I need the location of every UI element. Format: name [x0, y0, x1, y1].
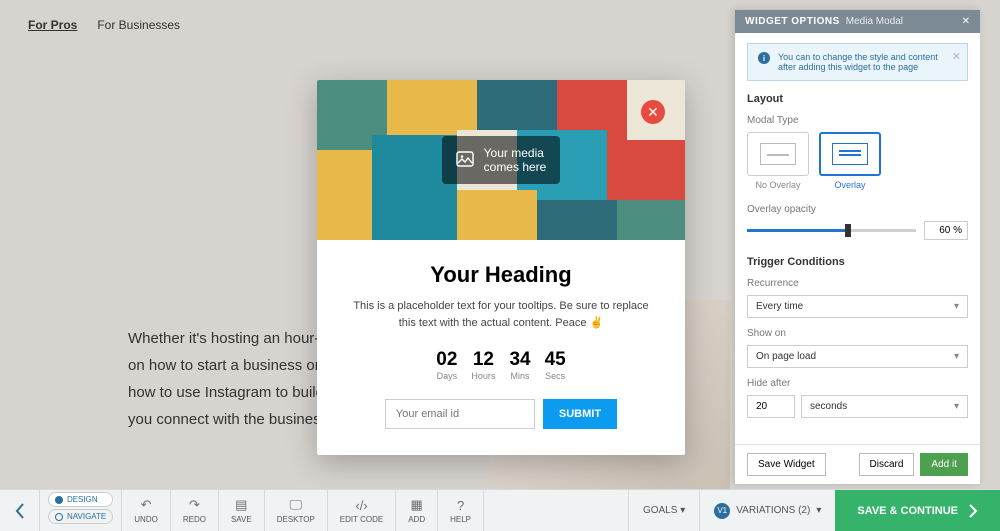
submit-button[interactable]: SUBMIT — [543, 399, 617, 429]
image-icon — [456, 151, 474, 170]
opacity-slider[interactable] — [747, 229, 916, 232]
slider-thumb[interactable] — [845, 224, 851, 237]
panel-title: WIDGET OPTIONS — [745, 16, 840, 27]
media-placeholder-label: Your media comes here — [442, 136, 561, 184]
add-icon: ▦ — [411, 497, 423, 513]
goals-button[interactable]: GOALS ▾ — [628, 490, 699, 531]
save-button[interactable]: ▤SAVE — [219, 490, 265, 531]
email-input[interactable] — [385, 399, 535, 429]
close-icon[interactable]: ✕ — [641, 100, 665, 124]
trigger-section-title: Trigger Conditions — [747, 256, 968, 268]
help-button[interactable]: ?HELP — [438, 490, 484, 531]
info-icon: i — [758, 52, 770, 64]
media-modal: ✕ Your media comes here Your Heading Thi… — [317, 80, 685, 455]
widget-options-panel: WIDGET OPTIONS Media Modal ✕ i You can to… — [735, 10, 980, 484]
info-notice: i You can to change the style and conten… — [747, 43, 968, 81]
recurrence-label: Recurrence — [747, 278, 968, 289]
save-icon: ▤ — [235, 497, 247, 513]
info-dismiss-icon[interactable]: ✕ — [952, 50, 961, 63]
design-mode-toggle[interactable]: DESIGN — [48, 492, 113, 507]
hide-after-label: Hide after — [747, 378, 968, 389]
help-icon: ? — [457, 498, 464, 513]
variations-button[interactable]: V1 VARIATIONS (2) ▾ — [699, 490, 835, 531]
back-button[interactable] — [0, 490, 40, 531]
modal-media-area[interactable]: ✕ Your media comes here — [317, 80, 685, 240]
undo-button[interactable]: ↶UNDO — [122, 490, 171, 531]
show-on-select[interactable]: On page load — [747, 345, 968, 368]
nav-for-businesses[interactable]: For Businesses — [97, 18, 180, 32]
show-on-label: Show on — [747, 328, 968, 339]
layout-section-title: Layout — [747, 93, 968, 105]
undo-icon: ↶ — [141, 497, 152, 513]
panel-subtitle: Media Modal — [846, 16, 903, 27]
modal-subtext[interactable]: This is a placeholder text for your tool… — [345, 298, 657, 331]
desktop-button[interactable]: 🖵DESKTOP — [265, 490, 328, 531]
redo-button[interactable]: ↷REDO — [171, 490, 219, 531]
nav-for-pros[interactable]: For Pros — [28, 18, 77, 32]
save-continue-button[interactable]: SAVE & CONTINUE — [835, 490, 1000, 531]
editor-toolbar: DESIGN NAVIGATE ↶UNDO ↷REDO ▤SAVE 🖵DESKT… — [0, 489, 1000, 531]
opacity-label: Overlay opacity — [747, 204, 968, 215]
variation-badge: V1 — [714, 503, 730, 519]
hide-after-unit-select[interactable]: seconds — [801, 395, 968, 418]
countdown-timer: 02Days 12Hours 34Mins 45Secs — [345, 349, 657, 381]
recurrence-select[interactable]: Every time — [747, 295, 968, 318]
discard-button[interactable]: Discard — [859, 453, 915, 476]
add-it-button[interactable]: Add it — [920, 453, 968, 476]
panel-close-icon[interactable]: ✕ — [962, 16, 970, 27]
hide-after-input[interactable] — [747, 395, 795, 418]
add-button[interactable]: ▦ADD — [396, 490, 438, 531]
code-icon: ‹/› — [355, 498, 367, 513]
edit-code-button[interactable]: ‹/›EDIT CODE — [328, 490, 396, 531]
opacity-value[interactable]: 60 % — [924, 221, 968, 240]
redo-icon: ↷ — [189, 497, 200, 513]
modal-type-no-overlay[interactable]: No Overlay — [747, 132, 809, 190]
navigate-mode-toggle[interactable]: NAVIGATE — [48, 509, 113, 524]
modal-type-label: Modal Type — [747, 115, 968, 126]
save-widget-button[interactable]: Save Widget — [747, 453, 826, 476]
modal-type-overlay[interactable]: Overlay — [819, 132, 881, 190]
desktop-icon: 🖵 — [289, 497, 302, 513]
modal-heading[interactable]: Your Heading — [345, 262, 657, 288]
